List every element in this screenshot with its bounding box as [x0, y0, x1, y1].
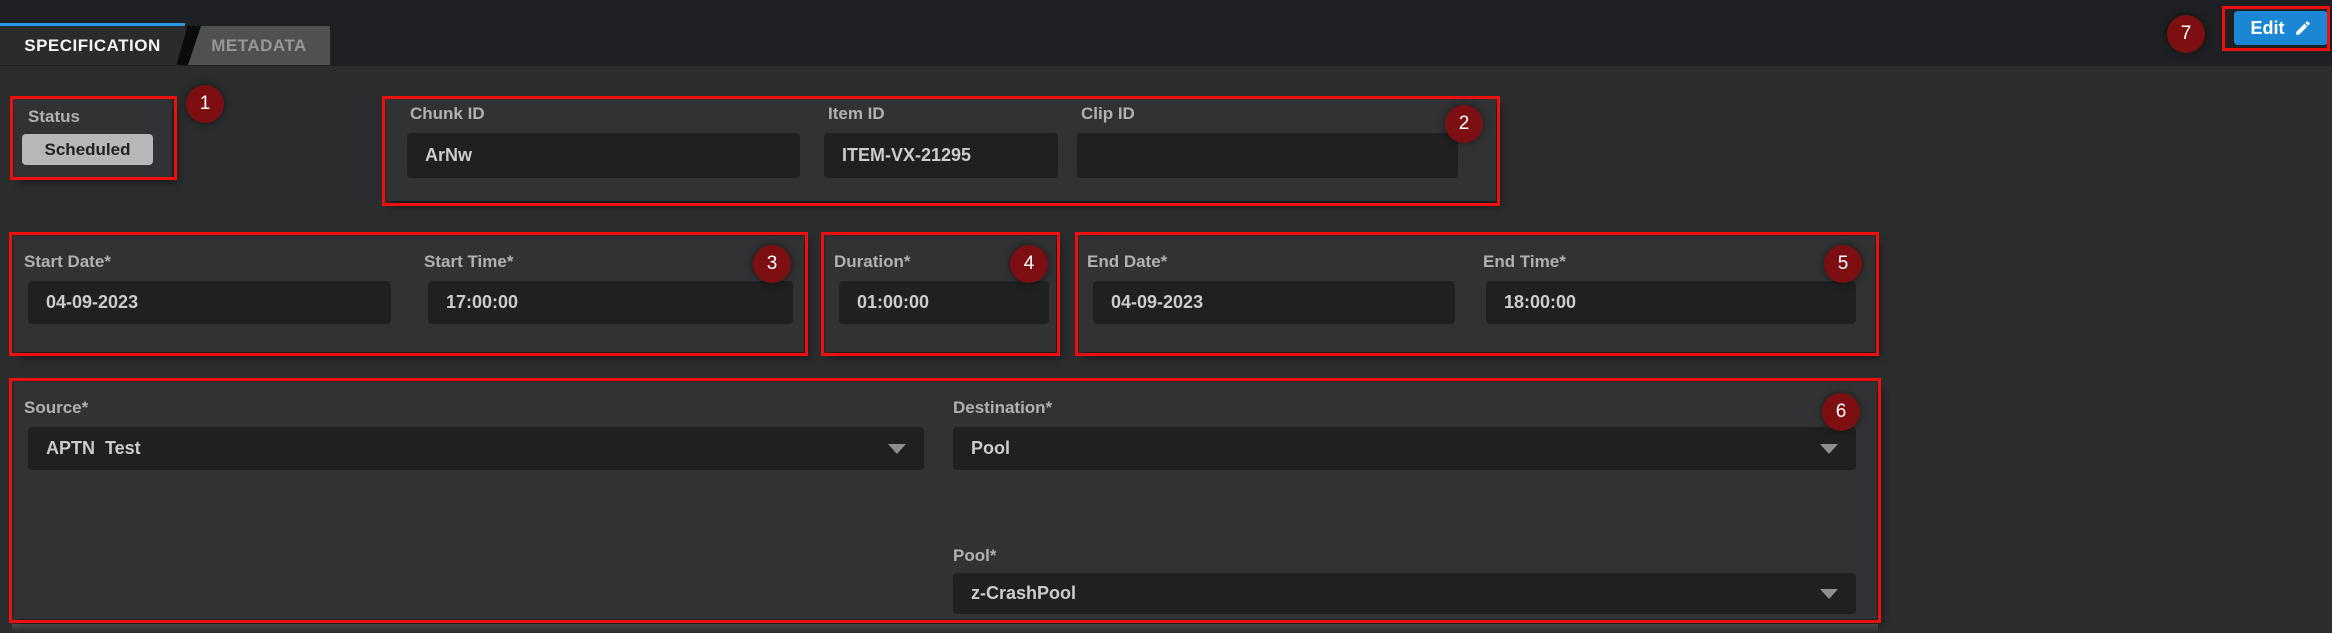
specification-page: SPECIFICATION METADATA Edit Status Sched… — [0, 0, 2332, 633]
pool-label: Pool* — [953, 546, 996, 566]
tab-bar — [0, 0, 2332, 66]
annotation-badge-2: 2 — [1445, 105, 1483, 143]
clip-id-label: Clip ID — [1081, 104, 1135, 124]
status-label: Status — [28, 107, 80, 127]
source-select-value: APTN Test — [46, 438, 141, 459]
start-time-label: Start Time* — [424, 252, 513, 272]
start-date-label: Start Date* — [24, 252, 111, 272]
annotation-badge-1: 1 — [186, 85, 224, 123]
chunk-id-input[interactable]: ArNw — [407, 133, 800, 178]
item-id-label: Item ID — [828, 104, 885, 124]
pool-select-value: z-CrashPool — [971, 583, 1076, 604]
pool-select[interactable]: z-CrashPool — [953, 573, 1856, 614]
edit-button-label: Edit — [2251, 18, 2285, 39]
tab-metadata[interactable]: METADATA — [188, 26, 330, 65]
start-time-input[interactable]: 17:00:00 — [428, 281, 793, 324]
destination-select[interactable]: Pool — [953, 427, 1856, 470]
source-label: Source* — [24, 398, 88, 418]
source-select[interactable]: APTN Test — [28, 427, 924, 470]
tab-specification[interactable]: SPECIFICATION — [0, 23, 185, 65]
destination-label: Destination* — [953, 398, 1052, 418]
annotation-badge-7: 7 — [2167, 15, 2205, 53]
duration-input[interactable]: 01:00:00 — [839, 281, 1049, 324]
dropdown-arrow-icon — [888, 444, 906, 454]
panel-bottom-edge — [12, 624, 1878, 633]
dropdown-arrow-icon — [1820, 444, 1838, 454]
annotation-badge-6: 6 — [1822, 393, 1860, 431]
annotation-badge-4: 4 — [1010, 245, 1048, 283]
status-badge: Scheduled — [22, 134, 153, 165]
annotation-badge-3: 3 — [753, 245, 791, 283]
clip-id-input[interactable] — [1077, 133, 1458, 178]
start-date-input[interactable]: 04-09-2023 — [28, 281, 391, 324]
pencil-icon — [2294, 19, 2312, 37]
end-time-input[interactable]: 18:00:00 — [1486, 281, 1856, 324]
end-date-label: End Date* — [1087, 252, 1167, 272]
annotation-badge-5: 5 — [1824, 245, 1862, 283]
destination-select-value: Pool — [971, 438, 1010, 459]
item-id-input[interactable]: ITEM-VX-21295 — [824, 133, 1058, 178]
chunk-id-label: Chunk ID — [410, 104, 485, 124]
duration-label: Duration* — [834, 252, 911, 272]
end-time-label: End Time* — [1483, 252, 1566, 272]
end-date-input[interactable]: 04-09-2023 — [1093, 281, 1455, 324]
dropdown-arrow-icon — [1820, 589, 1838, 599]
edit-button[interactable]: Edit — [2234, 11, 2328, 45]
